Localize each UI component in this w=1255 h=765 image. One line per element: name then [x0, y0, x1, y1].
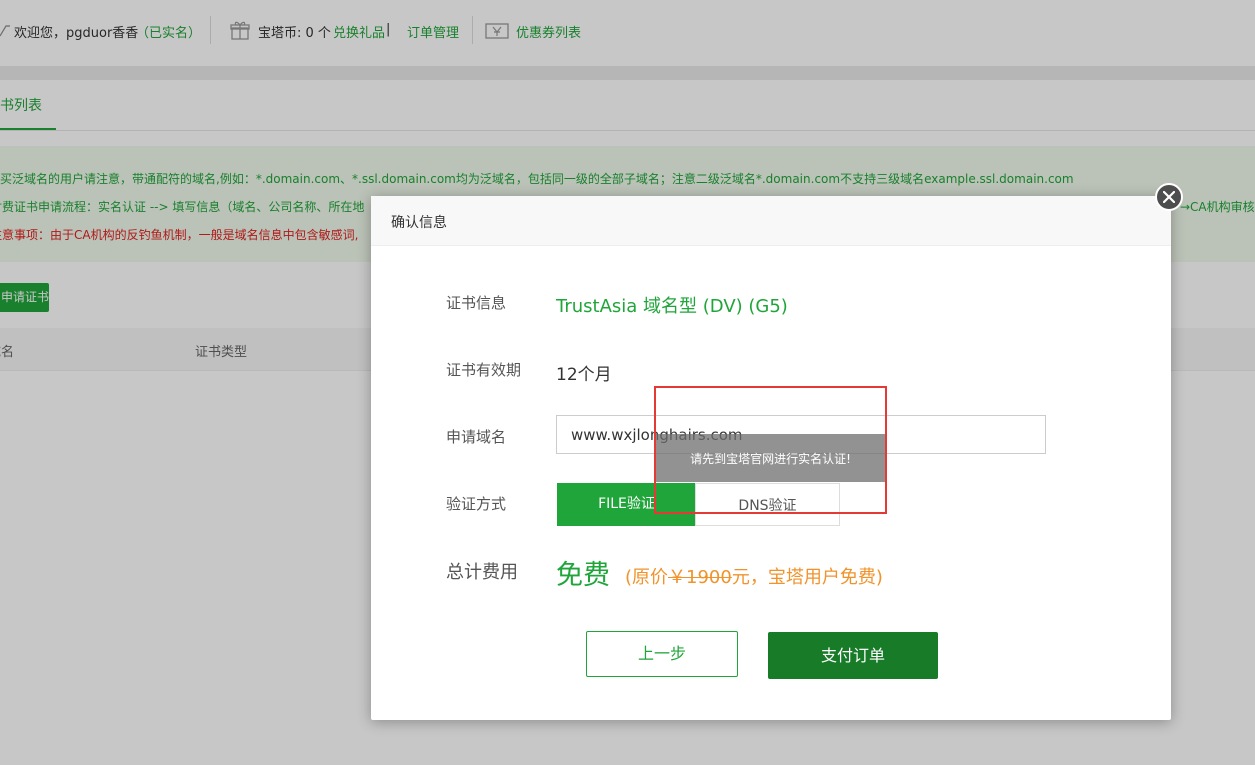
close-icon: [1163, 191, 1175, 203]
close-dialog-button[interactable]: [1155, 183, 1183, 211]
cert-info-label: 证书信息: [446, 294, 507, 312]
dialog-header: 确认信息: [371, 196, 1171, 246]
verify-dns-option[interactable]: DNS验证: [695, 483, 840, 526]
orig-prefix: (原价: [625, 567, 669, 588]
original-price-note: (原价￥1900元，宝塔用户免费): [625, 563, 883, 589]
orig-price-strike: ￥1900: [668, 567, 732, 588]
cert-info-value: TrustAsia 域名型 (DV) (G5): [556, 296, 788, 317]
pay-order-button[interactable]: 支付订单: [768, 632, 938, 679]
total-free-value: 免费: [556, 560, 610, 591]
orig-suffix: 元，宝塔用户免费): [731, 567, 883, 588]
dialog-title: 确认信息: [391, 215, 447, 231]
domain-label: 申请域名: [446, 428, 507, 446]
prev-step-button[interactable]: 上一步: [586, 631, 738, 677]
verify-method-label: 验证方式: [446, 495, 507, 513]
total-cost-label: 总计费用: [446, 562, 518, 583]
validity-label: 证书有效期: [446, 361, 522, 379]
verify-file-option[interactable]: FILE验证: [557, 483, 696, 526]
validity-value: 12个月: [556, 365, 612, 385]
toast-message: 请先到宝塔官网进行实名认证!: [654, 434, 887, 482]
